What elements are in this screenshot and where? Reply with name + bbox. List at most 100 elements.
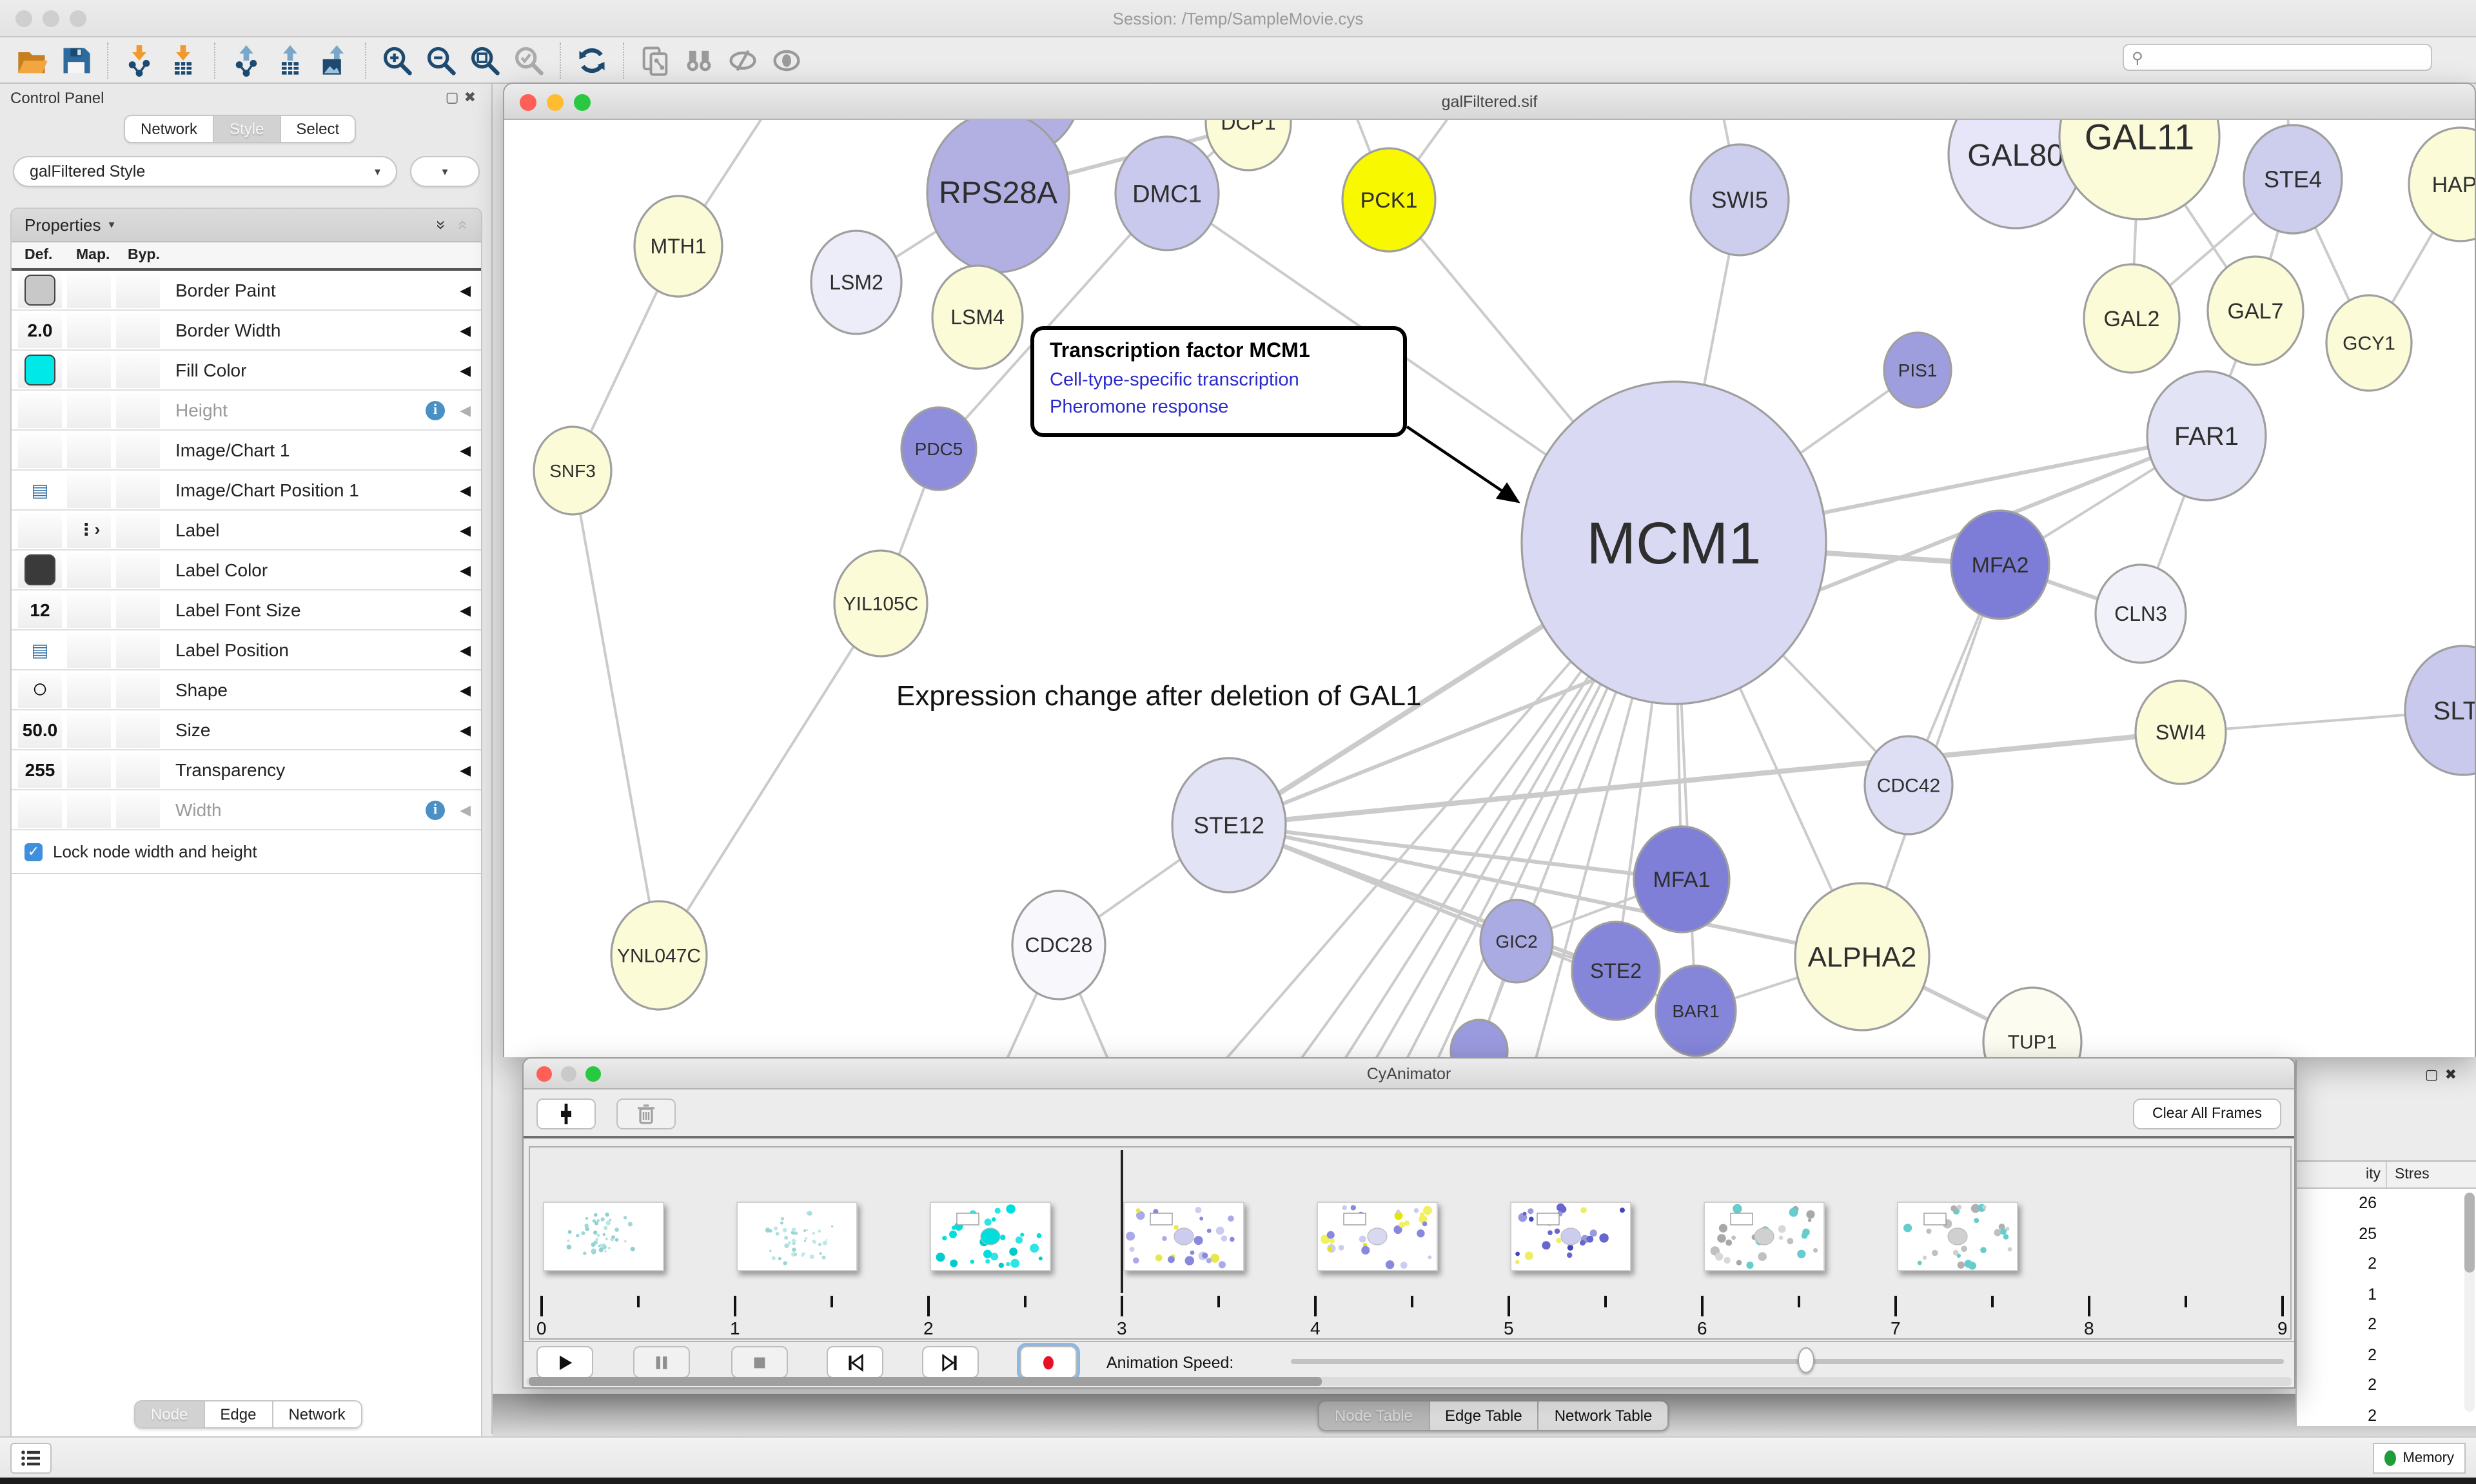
table-row[interactable]: 2 xyxy=(2297,1249,2476,1280)
network-node[interactable]: LSM4 xyxy=(932,266,1023,369)
zoom-fit-icon[interactable] xyxy=(463,39,507,81)
table-row[interactable]: 2 xyxy=(2297,1371,2476,1401)
expand-row-icon[interactable]: ◀ xyxy=(460,522,471,538)
tab-select[interactable]: Select xyxy=(280,116,355,142)
export-table-icon[interactable] xyxy=(268,39,312,81)
network-node[interactable]: PIS1 xyxy=(1884,333,1951,407)
network-node[interactable]: YNL047C xyxy=(611,901,707,1010)
network-node[interactable]: SWI5 xyxy=(1691,144,1789,255)
bypass-cell[interactable] xyxy=(116,473,160,507)
network-node[interactable]: TUP1 xyxy=(1983,988,2081,1057)
table-row[interactable]: 1 xyxy=(2297,1280,2476,1310)
network-node[interactable]: MTH1 xyxy=(634,196,722,297)
default-value-cell[interactable] xyxy=(18,433,62,467)
default-value-cell[interactable] xyxy=(18,792,62,827)
results-scrollbar[interactable] xyxy=(2464,1193,2475,1412)
mapping-cell[interactable]: ⋮› xyxy=(67,513,111,547)
skip-to-end-button[interactable] xyxy=(922,1346,979,1378)
expand-row-icon[interactable]: ◀ xyxy=(460,561,471,578)
expand-row-icon[interactable]: ◀ xyxy=(460,761,471,778)
network-edge[interactable] xyxy=(1229,732,2181,825)
mapping-cell[interactable] xyxy=(67,632,111,667)
default-value-cell[interactable] xyxy=(18,552,62,587)
property-row[interactable]: Widthi◀ xyxy=(12,790,481,830)
expand-row-icon[interactable]: ◀ xyxy=(460,721,471,738)
expand-all-icon[interactable]: » xyxy=(432,220,451,229)
network-window-titlebar[interactable]: galFiltered.sif xyxy=(504,84,2475,120)
bypass-cell[interactable] xyxy=(116,792,160,827)
expand-row-icon[interactable]: ◀ xyxy=(460,641,471,658)
network-node[interactable]: DMC1 xyxy=(1115,137,1219,250)
tab-node-style[interactable]: Node xyxy=(135,1401,204,1427)
network-node[interactable]: STE12 xyxy=(1172,758,1286,892)
network-node[interactable]: SNF3 xyxy=(534,427,611,514)
bypass-cell[interactable] xyxy=(116,712,160,747)
network-node[interactable]: BAR1 xyxy=(1656,966,1736,1056)
bypass-cell[interactable] xyxy=(116,672,160,707)
default-value-cell[interactable] xyxy=(18,273,62,308)
save-session-icon[interactable] xyxy=(54,39,98,81)
default-value-cell[interactable]: ▤ xyxy=(18,473,62,507)
property-row[interactable]: Heighti◀ xyxy=(12,391,481,431)
speed-slider[interactable] xyxy=(1291,1359,2284,1364)
open-session-icon[interactable] xyxy=(10,39,54,81)
timeline-hscrollbar[interactable] xyxy=(526,1377,2292,1386)
table-row[interactable]: 26 xyxy=(2297,1189,2476,1219)
mapping-cell[interactable] xyxy=(67,672,111,707)
property-row[interactable]: Label Color◀ xyxy=(12,551,481,591)
collapse-all-icon[interactable]: « xyxy=(454,220,473,229)
play-button[interactable] xyxy=(536,1346,593,1378)
default-value-cell[interactable]: 50.0 xyxy=(18,712,62,747)
bypass-cell[interactable] xyxy=(116,313,160,347)
table-row[interactable]: 2 xyxy=(2297,1401,2476,1431)
annotation-link-1[interactable]: Cell-type-specific transcription xyxy=(1050,370,1388,391)
network-canvas[interactable]: RPS28ADMC1DCP1PCK1SWI5GAL80GAL11STE4HAP2… xyxy=(504,120,2475,1057)
property-row[interactable]: 50.0Size◀ xyxy=(12,710,481,750)
mapping-cell[interactable] xyxy=(67,393,111,427)
network-node[interactable]: FAR1 xyxy=(2147,371,2266,500)
mapping-cell[interactable] xyxy=(67,752,111,787)
import-network-icon[interactable] xyxy=(117,39,161,81)
info-icon[interactable]: i xyxy=(426,800,445,819)
frame-thumbnail[interactable] xyxy=(1123,1202,1244,1271)
network-node[interactable]: CDC28 xyxy=(1012,891,1105,999)
bypass-cell[interactable] xyxy=(116,513,160,547)
import-table-icon[interactable] xyxy=(161,39,205,81)
zoom-out-icon[interactable] xyxy=(419,39,463,81)
network-node[interactable]: PCK1 xyxy=(1342,148,1435,251)
expand-row-icon[interactable]: ◀ xyxy=(460,601,471,618)
float-panel-icon[interactable]: ▢ xyxy=(2425,1068,2445,1083)
search-input[interactable]: ⚲ xyxy=(2123,44,2432,71)
network-node[interactable]: STE4 xyxy=(2244,125,2342,233)
mapping-cell[interactable] xyxy=(67,473,111,507)
zoom-in-icon[interactable] xyxy=(375,39,419,81)
clear-all-frames-button[interactable]: Clear All Frames xyxy=(2133,1098,2281,1129)
bypass-cell[interactable] xyxy=(116,353,160,387)
mapping-cell[interactable] xyxy=(67,592,111,627)
property-row[interactable]: 2.0Border Width◀ xyxy=(12,311,481,351)
network-node[interactable] xyxy=(1451,1020,1508,1057)
export-image-icon[interactable] xyxy=(312,39,356,81)
memory-button[interactable]: Memory xyxy=(2373,1443,2466,1474)
property-row[interactable]: Fill Color◀ xyxy=(12,351,481,391)
mapping-cell[interactable] xyxy=(67,552,111,587)
property-row[interactable]: Image/Chart 1◀ xyxy=(12,431,481,471)
frame-thumbnail[interactable] xyxy=(543,1202,664,1271)
mapping-cell[interactable] xyxy=(67,313,111,347)
table-row[interactable]: 2 xyxy=(2297,1340,2476,1371)
timeline[interactable]: 0123456789Seconds xyxy=(529,1146,2292,1340)
tab-edge-style[interactable]: Edge xyxy=(204,1401,273,1427)
bypass-cell[interactable] xyxy=(116,752,160,787)
network-node[interactable]: GAL11 xyxy=(2059,120,2219,219)
property-row[interactable]: Border Paint◀ xyxy=(12,271,481,311)
network-node[interactable]: STE2 xyxy=(1572,922,1660,1020)
network-node[interactable]: GCY1 xyxy=(2326,295,2412,391)
speed-slider-handle[interactable] xyxy=(1798,1347,1814,1373)
network-graph[interactable]: RPS28ADMC1DCP1PCK1SWI5GAL80GAL11STE4HAP2… xyxy=(504,120,2475,1057)
table-row[interactable]: 2 xyxy=(2297,1310,2476,1340)
annotation-link-2[interactable]: Pheromone response xyxy=(1050,397,1388,418)
network-node[interactable]: DCP1 xyxy=(1206,120,1291,170)
bypass-cell[interactable] xyxy=(116,393,160,427)
float-panel-icon[interactable]: ▢ xyxy=(446,90,464,106)
tab-network-style[interactable]: Network xyxy=(273,1401,360,1427)
